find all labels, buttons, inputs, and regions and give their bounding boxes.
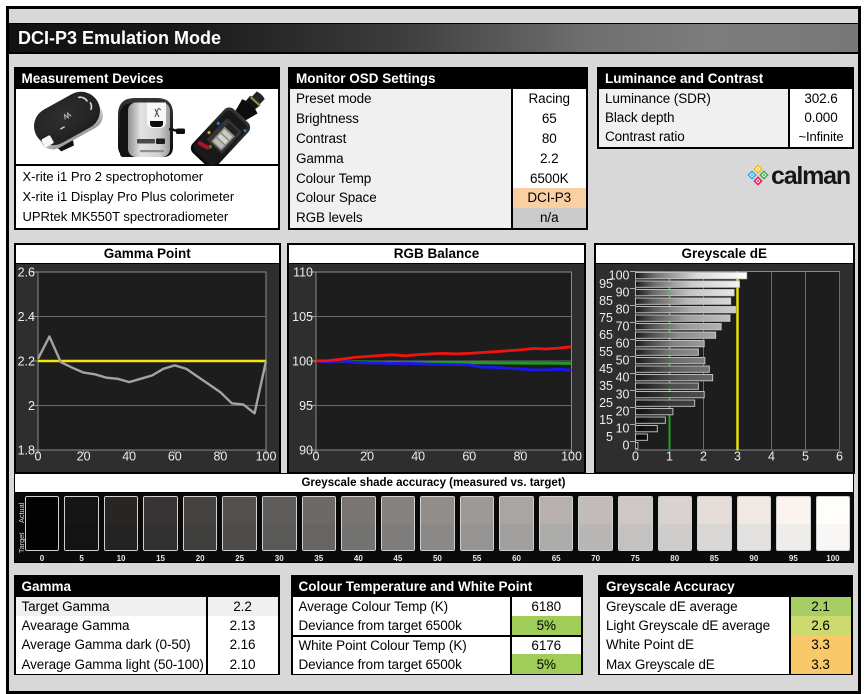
svg-text:100: 100 <box>561 450 582 464</box>
svg-text:100: 100 <box>255 450 276 464</box>
svg-text:60: 60 <box>462 450 476 464</box>
svg-text:35: 35 <box>599 379 613 393</box>
svg-text:1: 1 <box>666 450 673 464</box>
svg-text:60: 60 <box>615 337 629 351</box>
svg-text:90: 90 <box>615 286 629 300</box>
svg-text:40: 40 <box>615 371 629 385</box>
svg-text:10: 10 <box>615 422 629 436</box>
svg-text:3: 3 <box>734 450 741 464</box>
svg-text:100: 100 <box>292 355 313 369</box>
svg-text:80: 80 <box>213 450 227 464</box>
svg-text:0: 0 <box>632 450 639 464</box>
svg-text:6: 6 <box>836 450 843 464</box>
svg-text:30: 30 <box>615 388 629 402</box>
svg-text:75: 75 <box>599 311 613 325</box>
svg-text:105: 105 <box>292 310 313 324</box>
svg-text:1.8: 1.8 <box>17 444 34 458</box>
svg-text:2.2: 2.2 <box>17 355 34 369</box>
svg-text:4: 4 <box>768 450 775 464</box>
svg-text:40: 40 <box>122 450 136 464</box>
svg-text:110: 110 <box>293 266 313 280</box>
svg-text:50: 50 <box>615 354 629 368</box>
svg-text:2: 2 <box>700 450 707 464</box>
svg-text:20: 20 <box>615 405 629 419</box>
svg-text:0: 0 <box>34 450 41 464</box>
svg-text:70: 70 <box>615 320 629 334</box>
svg-text:15: 15 <box>599 413 613 427</box>
svg-text:0: 0 <box>622 439 629 453</box>
svg-text:2: 2 <box>28 399 35 413</box>
svg-text:65: 65 <box>599 328 613 342</box>
svg-text:5: 5 <box>606 430 613 444</box>
svg-text:0: 0 <box>313 450 320 464</box>
svg-text:85: 85 <box>599 294 613 308</box>
svg-text:80: 80 <box>513 450 527 464</box>
svg-text:80: 80 <box>615 303 629 317</box>
svg-text:55: 55 <box>599 345 613 359</box>
svg-text:20: 20 <box>360 450 374 464</box>
svg-text:90: 90 <box>299 444 313 458</box>
svg-text:40: 40 <box>411 450 425 464</box>
svg-text:95: 95 <box>299 399 313 413</box>
svg-text:5: 5 <box>802 450 809 464</box>
svg-text:20: 20 <box>76 450 90 464</box>
svg-text:25: 25 <box>599 396 613 410</box>
svg-text:60: 60 <box>167 450 181 464</box>
svg-text:2.4: 2.4 <box>17 310 34 324</box>
svg-text:45: 45 <box>599 362 613 376</box>
svg-text:2.6: 2.6 <box>17 266 34 280</box>
svg-text:95: 95 <box>599 277 613 291</box>
